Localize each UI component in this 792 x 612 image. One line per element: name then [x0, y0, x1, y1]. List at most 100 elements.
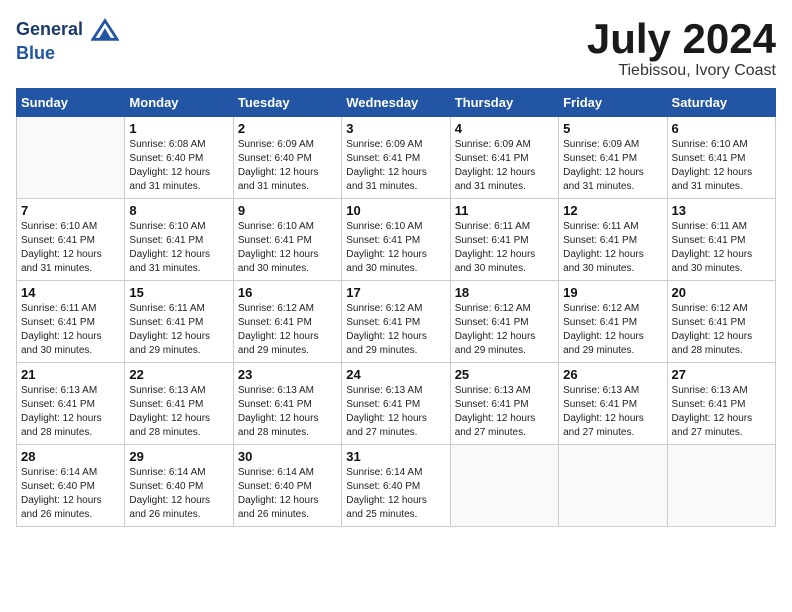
day-number: 31 — [346, 449, 445, 464]
day-number: 8 — [129, 203, 228, 218]
calendar-cell: 8 Sunrise: 6:10 AMSunset: 6:41 PMDaylight… — [125, 199, 233, 281]
day-info: Sunrise: 6:13 AMSunset: 6:41 PMDaylight:… — [455, 384, 554, 440]
day-number: 19 — [563, 285, 662, 300]
calendar-cell: 17Sunrise: 6:12 AMSunset: 6:41 PMDayligh… — [342, 281, 450, 363]
calendar-cell: 14 Sunrise: 6:11 AMSunset: 6:41 PMDayligh… — [17, 281, 125, 363]
day-number: 7 — [21, 203, 120, 218]
day-info: Sunrise: 6:10 AMSunset: 6:41 PMDaylight:… — [129, 220, 228, 276]
calendar-cell: 3 Sunrise: 6:09 AMSunset: 6:41 PMDaylight… — [342, 117, 450, 199]
day-number: 3 — [346, 121, 445, 136]
day-number: 2 — [238, 121, 337, 136]
day-info: Sunrise: 6:14 AMSunset: 6:40 PMDaylight:… — [21, 466, 120, 522]
day-info: Sunrise: 6:12 AMSunset: 6:41 PMDaylight:… — [563, 302, 662, 358]
calendar-cell: 23 Sunrise: 6:13 AMSunset: 6:41 PMDayligh… — [233, 363, 341, 445]
page-header: General Blue July 2024 Tiebissou, Ivory … — [16, 16, 776, 80]
day-info: Sunrise: 6:09 AMSunset: 6:41 PMDaylight:… — [563, 138, 662, 194]
day-info: Sunrise: 6:11 AMSunset: 6:41 PMDaylight:… — [21, 302, 120, 358]
day-info: Sunrise: 6:14 AMSunset: 6:40 PMDaylight:… — [346, 466, 445, 522]
day-of-week-header: Monday — [125, 89, 233, 117]
calendar-cell — [559, 445, 667, 527]
calendar-cell — [450, 445, 558, 527]
day-number: 5 — [563, 121, 662, 136]
day-info: Sunrise: 6:13 AMSunset: 6:41 PMDaylight:… — [129, 384, 228, 440]
day-number: 25 — [455, 367, 554, 382]
calendar-cell: 22 Sunrise: 6:13 AMSunset: 6:41 PMDayligh… — [125, 363, 233, 445]
day-number: 23 — [238, 367, 337, 382]
calendar-cell: 21 Sunrise: 6:13 AMSunset: 6:41 PMDayligh… — [17, 363, 125, 445]
day-number: 12 — [563, 203, 662, 218]
calendar-cell: 4Sunrise: 6:09 AMSunset: 6:41 PMDaylight… — [450, 117, 558, 199]
day-info: Sunrise: 6:11 AMSunset: 6:41 PMDaylight:… — [455, 220, 554, 276]
location: Tiebissou, Ivory Coast — [587, 62, 776, 80]
calendar-cell: 27 Sunrise: 6:13 AMSunset: 6:41 PMDayligh… — [667, 363, 775, 445]
day-info: Sunrise: 6:11 AMSunset: 6:41 PMDaylight:… — [563, 220, 662, 276]
day-number: 11 — [455, 203, 554, 218]
calendar-cell — [667, 445, 775, 527]
day-info: Sunrise: 6:09 AMSunset: 6:41 PMDaylight:… — [455, 138, 554, 194]
day-of-week-header: Thursday — [450, 89, 558, 117]
calendar-cell: 20 Sunrise: 6:12 AMSunset: 6:41 PMDayligh… — [667, 281, 775, 363]
day-info: Sunrise: 6:13 AMSunset: 6:41 PMDaylight:… — [672, 384, 771, 440]
day-of-week-header: Tuesday — [233, 89, 341, 117]
day-of-week-header: Friday — [559, 89, 667, 117]
calendar-cell: 7 Sunrise: 6:10 AMSunset: 6:41 PMDaylight… — [17, 199, 125, 281]
calendar-cell: 29 Sunrise: 6:14 AMSunset: 6:40 PMDayligh… — [125, 445, 233, 527]
calendar-cell: 24Sunrise: 6:13 AMSunset: 6:41 PMDayligh… — [342, 363, 450, 445]
day-info: Sunrise: 6:14 AMSunset: 6:40 PMDaylight:… — [238, 466, 337, 522]
day-info: Sunrise: 6:13 AMSunset: 6:41 PMDaylight:… — [21, 384, 120, 440]
day-number: 21 — [21, 367, 120, 382]
day-of-week-header: Saturday — [667, 89, 775, 117]
day-number: 20 — [672, 285, 771, 300]
day-number: 27 — [672, 367, 771, 382]
day-info: Sunrise: 6:12 AMSunset: 6:41 PMDaylight:… — [346, 302, 445, 358]
calendar-cell: 16 Sunrise: 6:12 AMSunset: 6:41 PMDayligh… — [233, 281, 341, 363]
calendar-cell: 25 Sunrise: 6:13 AMSunset: 6:41 PMDayligh… — [450, 363, 558, 445]
day-info: Sunrise: 6:09 AMSunset: 6:41 PMDaylight:… — [346, 138, 445, 194]
calendar-table: SundayMondayTuesdayWednesdayThursdayFrid… — [16, 88, 776, 527]
day-number: 14 — [21, 285, 120, 300]
calendar-cell: 31 Sunrise: 6:14 AMSunset: 6:40 PMDayligh… — [342, 445, 450, 527]
logo-text: General Blue — [16, 16, 119, 64]
day-number: 29 — [129, 449, 228, 464]
day-info: Sunrise: 6:13 AMSunset: 6:41 PMDaylight:… — [563, 384, 662, 440]
day-info: Sunrise: 6:10 AMSunset: 6:41 PMDaylight:… — [672, 138, 771, 194]
calendar-cell — [17, 117, 125, 199]
day-info: Sunrise: 6:08 AMSunset: 6:40 PMDaylight:… — [129, 138, 228, 194]
day-number: 15 — [129, 285, 228, 300]
day-number: 10 — [346, 203, 445, 218]
day-number: 9 — [238, 203, 337, 218]
day-info: Sunrise: 6:10 AMSunset: 6:41 PMDaylight:… — [21, 220, 120, 276]
day-number: 13 — [672, 203, 771, 218]
day-number: 1 — [129, 121, 228, 136]
calendar-cell: 30 Sunrise: 6:14 AMSunset: 6:40 PMDayligh… — [233, 445, 341, 527]
logo-general: General — [16, 19, 83, 39]
day-info: Sunrise: 6:10 AMSunset: 6:41 PMDaylight:… — [238, 220, 337, 276]
day-of-week-header: Wednesday — [342, 89, 450, 117]
logo: General Blue — [16, 16, 119, 64]
month-title: July 2024 — [587, 16, 776, 62]
day-info: Sunrise: 6:13 AMSunset: 6:41 PMDaylight:… — [238, 384, 337, 440]
calendar-cell: 11 Sunrise: 6:11 AMSunset: 6:41 PMDayligh… — [450, 199, 558, 281]
calendar-cell: 28 Sunrise: 6:14 AMSunset: 6:40 PMDayligh… — [17, 445, 125, 527]
calendar-cell: 6 Sunrise: 6:10 AMSunset: 6:41 PMDaylight… — [667, 117, 775, 199]
logo-blue: Blue — [16, 43, 55, 63]
calendar-cell: 12 Sunrise: 6:11 AMSunset: 6:41 PMDayligh… — [559, 199, 667, 281]
day-info: Sunrise: 6:09 AMSunset: 6:40 PMDaylight:… — [238, 138, 337, 194]
day-number: 16 — [238, 285, 337, 300]
day-info: Sunrise: 6:13 AMSunset: 6:41 PMDaylight:… — [346, 384, 445, 440]
calendar-cell: 26Sunrise: 6:13 AMSunset: 6:41 PMDayligh… — [559, 363, 667, 445]
day-info: Sunrise: 6:11 AMSunset: 6:41 PMDaylight:… — [672, 220, 771, 276]
day-number: 6 — [672, 121, 771, 136]
calendar-cell: 15Sunrise: 6:11 AMSunset: 6:41 PMDayligh… — [125, 281, 233, 363]
calendar-cell: 2 Sunrise: 6:09 AMSunset: 6:40 PMDaylight… — [233, 117, 341, 199]
calendar-cell: 1 Sunrise: 6:08 AMSunset: 6:40 PMDaylight… — [125, 117, 233, 199]
title-block: July 2024 Tiebissou, Ivory Coast — [587, 16, 776, 80]
day-info: Sunrise: 6:12 AMSunset: 6:41 PMDaylight:… — [238, 302, 337, 358]
day-number: 30 — [238, 449, 337, 464]
day-info: Sunrise: 6:12 AMSunset: 6:41 PMDaylight:… — [672, 302, 771, 358]
day-info: Sunrise: 6:14 AMSunset: 6:40 PMDaylight:… — [129, 466, 228, 522]
day-number: 22 — [129, 367, 228, 382]
day-info: Sunrise: 6:12 AMSunset: 6:41 PMDaylight:… — [455, 302, 554, 358]
day-number: 18 — [455, 285, 554, 300]
day-number: 28 — [21, 449, 120, 464]
